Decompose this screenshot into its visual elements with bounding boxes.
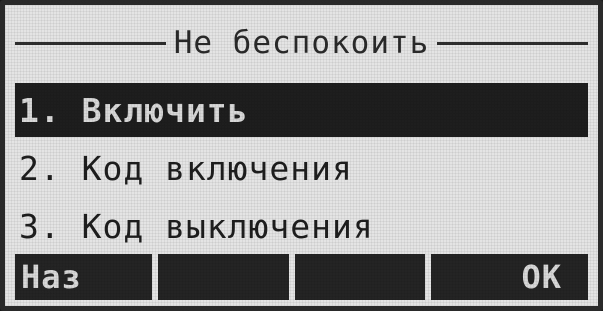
softkey-bar: Наз OK xyxy=(15,254,588,300)
header-divider-right xyxy=(437,41,589,45)
back-softkey[interactable]: Наз xyxy=(15,254,152,300)
softkey-2[interactable] xyxy=(157,254,289,300)
ok-softkey[interactable]: OK xyxy=(431,254,588,300)
header-divider-left xyxy=(15,41,166,45)
menu-item-disable-code[interactable]: 3. Код выключения xyxy=(15,199,588,253)
screen-header: Не беспокоить xyxy=(15,23,589,63)
lcd-screen: Не беспокоить 1. Включить 2. Код включен… xyxy=(0,0,603,311)
menu-item-enable-code[interactable]: 2. Код включения xyxy=(15,141,588,195)
menu-list: 1. Включить 2. Код включения 3. Код выкл… xyxy=(15,83,588,257)
softkey-3[interactable] xyxy=(294,254,426,300)
screen-title: Не беспокоить xyxy=(173,25,430,61)
menu-item-enable[interactable]: 1. Включить xyxy=(15,83,588,137)
